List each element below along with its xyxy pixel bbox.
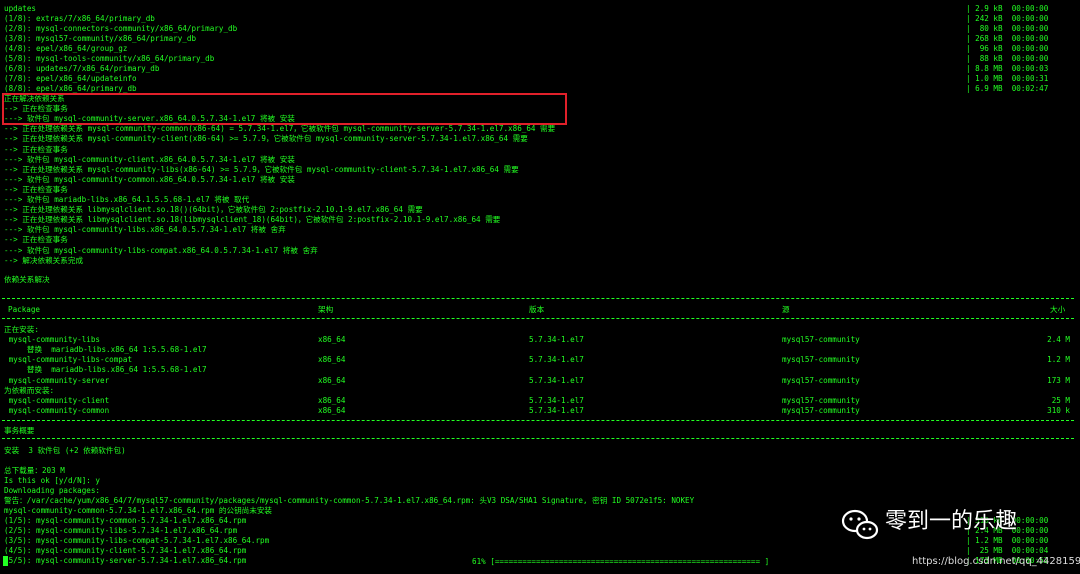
repo-line-stats: | 88 kB 00:00:00 [966,54,1049,64]
package-name: mysql-community-libs-compat [4,355,133,364]
resolve-line: --> 正在处理依赖关系 mysql-community-libs(x86-64… [4,164,519,174]
repo-line-stats: | 80 kB 00:00:00 [966,24,1049,34]
repo-line: (4/8): epel/x86_64/group_gz [4,44,128,54]
download-line: (3/5): mysql-community-libs-compat-5.7.3… [4,536,270,546]
package-name: mysql-community-client [4,396,110,405]
package-version: 5.7.34-1.el7 [529,355,584,364]
resolve-line: --> 正在检查事务 [4,235,68,245]
repo-line: (5/8): mysql-tools-community/x86_64/prim… [4,54,215,64]
repo-line-stats: | 8.8 MB 00:00:03 [966,64,1049,74]
package-size: 2.4 M [1047,335,1070,344]
download-line: Downloading packages: [4,486,101,496]
package-size: 25 M [1051,396,1070,405]
download-line: 总下载量：203 M [4,466,65,475]
resolve-line: --> 正在处理依赖关系 libmysqlclient.so.18()(64bi… [4,205,423,215]
package-repo: mysql57-community [782,355,860,364]
terminal-cursor [3,556,8,566]
package-name: mysql-community-libs [4,335,101,344]
header-arch: 架构 [318,305,334,314]
download-line: 警告：/var/cache/yum/x86_64/7/mysql57-commu… [4,496,695,506]
package-name: mysql-community-common [4,406,110,415]
download-line: (2/5): mysql-community-libs-5.7.34-1.el7… [4,526,238,536]
repo-line-stats: | 6.9 MB 00:02:47 [966,84,1049,94]
header-package: Package [8,305,41,314]
package-repo: mysql57-community [782,406,860,415]
resolve-line: --> 正在检查事务 [4,184,68,194]
separator-header [2,318,1074,319]
resolve-line: ---> 软件包 mysql-community-libs.x86_64.0.5… [4,225,286,235]
package-arch: x86_64 [318,376,346,385]
resolve-line: --> 正在检查事务 [4,144,68,154]
resolve-line: --> 正在处理依赖关系 mysql-community-common(x86-… [4,124,556,134]
package-size: 310 k [1047,406,1070,415]
package-name: mysql-community-server [4,376,110,385]
package-version: 5.7.34-1.el7 [529,335,584,344]
package-repo: mysql57-community [782,335,860,344]
progress-bar: 61% [===================================… [472,557,770,566]
separator-top [2,298,1074,299]
download-line: Is this ok [y/d/N]: y [4,476,101,486]
resolve-line: ---> 软件包 mariadb-libs.x86_64.1.5.5.68-1.… [4,195,250,204]
package-replace-note: 替换 mariadb-libs.x86_64 1:5.5.68-1.el7 [4,345,207,354]
package-version: 5.7.34-1.el7 [529,376,584,385]
installing-label: 正在安装: [4,325,39,334]
download-line: (4/5): mysql-community-client-5.7.34-1.e… [4,546,247,556]
install-summary: 安装 3 软件包 (+2 依赖软件包) [4,446,126,455]
package-version: 5.7.34-1.el7 [529,406,584,415]
download-line: mysql-community-common-5.7.34-1.el7.x86_… [4,506,273,516]
repo-line: updates [4,4,37,13]
package-size: 1.2 M [1047,355,1070,364]
header-size: 大小 [1050,305,1066,314]
summary-title: 事务概要 [4,426,35,435]
resolve-line: ---> 软件包 mysql-community-client.x86_64.0… [4,154,295,164]
resolve-line: ---> 软件包 mysql-community-common.x86_64.0… [4,174,295,184]
repo-line-stats: | 1.0 MB 00:00:31 [966,74,1049,84]
package-repo: mysql57-community [782,376,860,385]
resolve-line: ---> 软件包 mysql-community-libs-compat.x86… [4,245,318,255]
package-arch: x86_64 [318,355,346,364]
package-arch: x86_64 [318,396,346,405]
resolved-title: 依赖关系解决 [4,275,50,284]
resolve-line: --> 正在处理依赖关系 libmysqlclient.so.18(libmys… [4,215,501,225]
highlight-box [2,93,567,125]
package-arch: x86_64 [318,335,346,344]
package-arch: x86_64 [318,406,346,415]
download-stats: | 25 MB 00:00:04 [966,546,1049,556]
package-size: 173 M [1047,376,1070,385]
repo-line-stats: | 2.9 kB 00:00:00 [966,4,1049,13]
wechat-icon [841,509,879,540]
repo-line: (1/8): extras/7/x86_64/primary_db [4,14,155,24]
download-line: (1/5): mysql-community-common-5.7.34-1.e… [4,516,247,526]
watermark-url: https://blog.csdn.net/qq_44281591 [912,556,1080,567]
separator-bottom [2,420,1074,421]
repo-line-stats: | 96 kB 00:00:00 [966,44,1049,54]
repo-line: (3/8): mysql57-community/x86_64/primary_… [4,34,197,44]
separator-summary [2,438,1074,439]
watermark-name: 零到一的乐趣 [885,509,1018,534]
header-version: 版本 [529,305,545,314]
repo-line: (2/8): mysql-connectors-community/x86_64… [4,24,238,34]
resolve-line: --> 解决依赖关系完成 [4,255,84,265]
repo-line-stats: | 268 kB 00:00:00 [966,34,1049,44]
repo-line-stats: | 242 kB 00:00:00 [966,14,1049,24]
repo-line: (6/8): updates/7/x86_64/primary_db [4,64,160,74]
download-stats: | 1.2 MB 00:00:00 [966,536,1049,546]
resolve-line: --> 正在处理依赖关系 mysql-community-client(x86-… [4,134,528,144]
package-replace-note: 替换 mariadb-libs.x86_64 1:5.5.68-1.el7 [4,365,207,374]
header-repo: 源 [782,305,790,314]
repo-line: (7/8): epel/x86_64/updateinfo [4,74,137,84]
package-version: 5.7.34-1.el7 [529,396,584,405]
download-line: (5/5): mysql-community-server-5.7.34-1.e… [4,556,247,566]
package-repo: mysql57-community [782,396,860,405]
dependency-label: 为依赖而安装: [4,386,55,395]
